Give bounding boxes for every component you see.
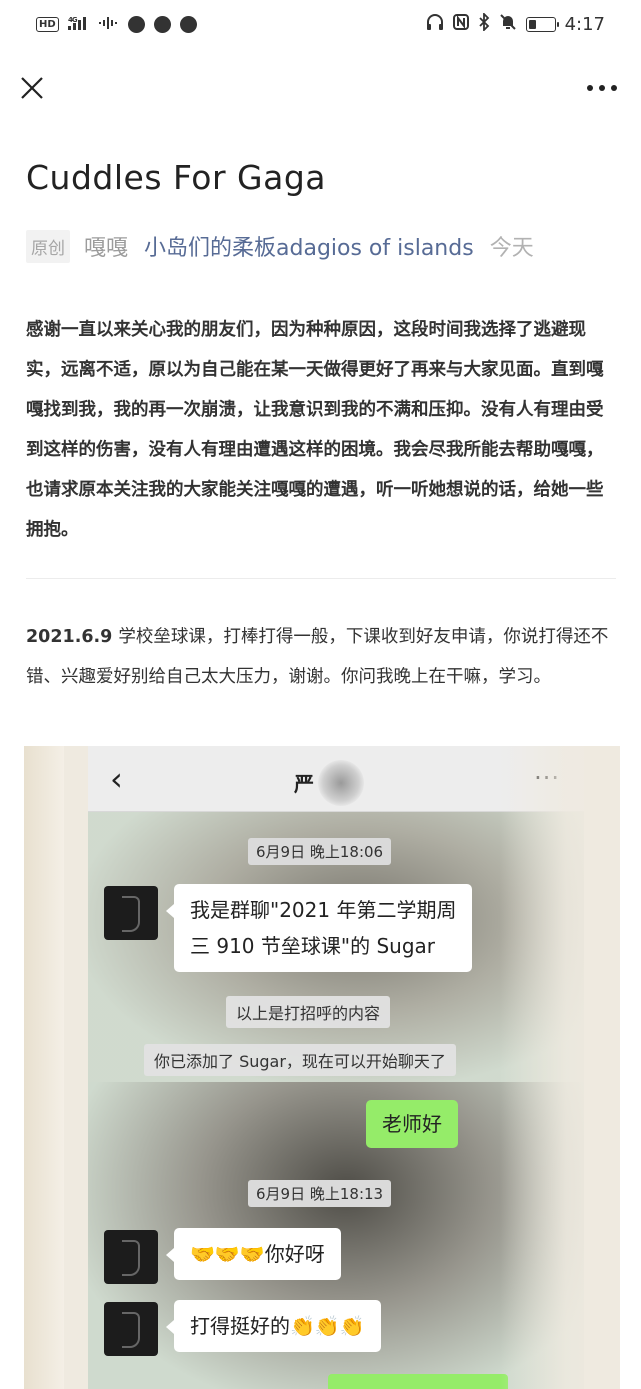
article-title: Cuddles For Gaga <box>26 158 327 197</box>
entry-paragraph: 2021.6.9 学校垒球课，打棒打得一般，下课收到好友申请，你说打得还不错、兴趣… <box>26 617 618 697</box>
more-icon-dot <box>611 85 617 91</box>
more-icon-dot <box>599 85 605 91</box>
app-icon-2 <box>153 15 171 33</box>
divider <box>26 578 616 579</box>
chat-bubble-sent: 老师好 <box>366 1100 458 1148</box>
avatar <box>104 1302 158 1356</box>
embedded-screenshot[interactable]: ‹ 严 ··· 6月9日 晚上18:06 我是群聊"2021 年第二学期周 三 … <box>24 746 620 1389</box>
status-bar: HD 4G 4:17 <box>0 0 641 48</box>
mute-icon <box>499 13 517 35</box>
blurred-name <box>318 760 364 806</box>
chat-bubble-text: 打得挺好的 <box>190 1314 290 1338</box>
system-message: 你已添加了 Sugar，现在可以开始聊天了 <box>144 1044 456 1076</box>
chat-bubble-line: 我是群聊"2021 年第二学期周 <box>190 898 457 922</box>
hd-icon: HD <box>36 16 59 32</box>
close-icon <box>21 77 43 99</box>
original-badge: 原创 <box>26 229 70 263</box>
wave-icon <box>98 16 119 33</box>
chat-bubble-sent-partial <box>328 1374 508 1389</box>
battery-fill <box>528 19 536 29</box>
bluetooth-icon <box>478 11 490 35</box>
signal-icon: 4G <box>67 15 90 34</box>
account-link[interactable]: 小岛们的柔板adagios of islands <box>144 230 474 262</box>
svg-text:4G: 4G <box>68 16 78 24</box>
clock: 4:17 <box>564 13 605 35</box>
avatar <box>104 886 158 940</box>
entry-text: 学校垒球课，打棒打得一般，下课收到好友申请，你说打得还不错、兴趣爱好别给自己太大… <box>26 627 609 687</box>
avatar <box>104 1230 158 1284</box>
screenshot-fade-edge <box>500 746 620 1389</box>
chat-contact-name: 严 <box>294 772 314 796</box>
system-message: 以上是打招呼的内容 <box>226 996 391 1028</box>
more-button[interactable] <box>581 78 617 98</box>
nav-bar <box>0 60 641 116</box>
screenshot-border-left <box>24 746 64 1389</box>
chat-bubble-received: 我是群聊"2021 年第二学期周 三 910 节垒球课"的 Sugar <box>165 884 473 972</box>
battery-icon <box>525 16 559 32</box>
app-icon-1 <box>127 15 145 33</box>
app-icon-3 <box>179 15 197 33</box>
intro-paragraph: 感谢一直以来关心我的朋友们，因为种种原因，这段时间我选择了逃避现实，远离不适，原… <box>26 320 604 540</box>
chat-timestamp: 6月9日 晚上18:06 <box>248 838 392 865</box>
chat-timestamp: 6月9日 晚上18:13 <box>248 1180 392 1207</box>
back-icon: ‹ <box>110 760 123 798</box>
chat-bubble-received: 🤝🤝🤝你好呀 <box>166 1228 341 1280</box>
headphones-icon <box>426 14 444 34</box>
publish-date: 今天 <box>489 236 534 261</box>
status-left: HD 4G <box>36 15 197 34</box>
entry-date: 2021.6.9 <box>26 627 113 647</box>
more-icon-dot <box>587 85 593 91</box>
chat-bubble-line: 三 910 节垒球课"的 Sugar <box>190 934 435 958</box>
close-button[interactable] <box>18 74 46 102</box>
clap-emoji: 👏👏👏 <box>290 1314 365 1338</box>
chat-bubble-received: 打得挺好的👏👏👏 <box>166 1300 381 1352</box>
article-meta: 原创 嘎嘎 小岛们的柔板adagios of islands 今天 <box>26 226 534 266</box>
handshake-emoji: 🤝🤝🤝 <box>190 1242 265 1266</box>
chat-bubble-text: 你好呀 <box>264 1242 325 1266</box>
author-name[interactable]: 嘎嘎 <box>84 230 128 262</box>
status-right: 4:17 <box>426 11 605 35</box>
nfc-icon <box>452 14 469 34</box>
